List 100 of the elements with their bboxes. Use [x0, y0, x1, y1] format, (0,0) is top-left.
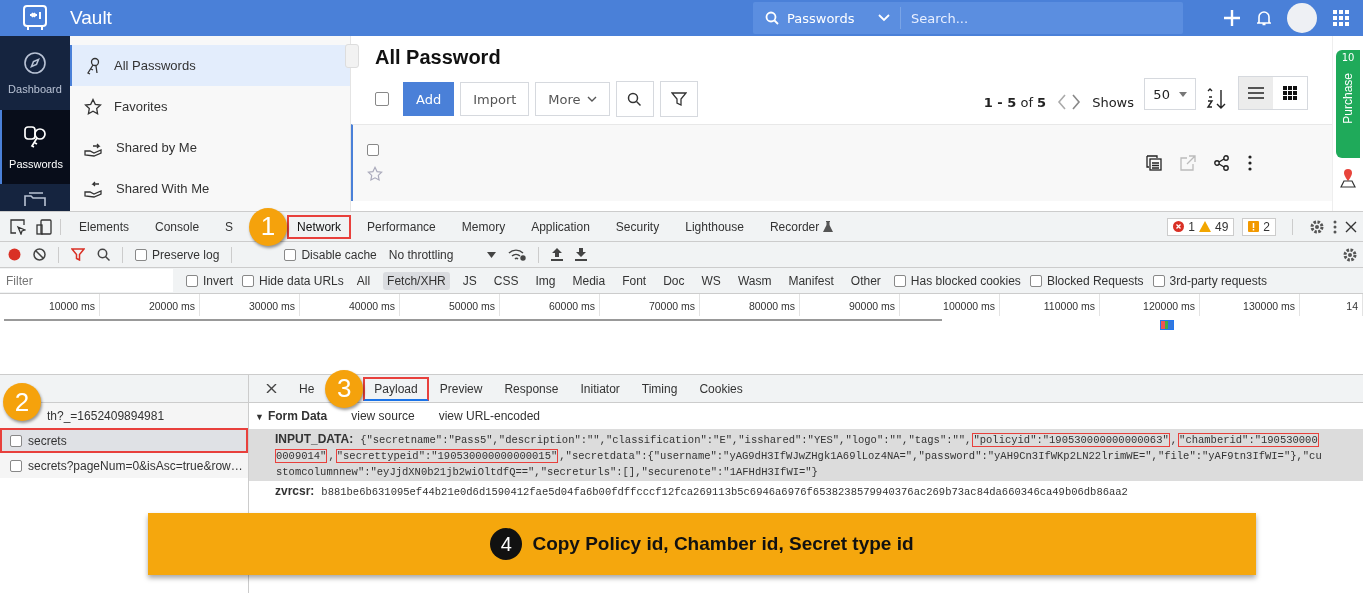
star-icon[interactable] [367, 166, 383, 182]
form-data-toggle[interactable]: ▼ Form Data [255, 409, 328, 423]
type-filter[interactable]: Doc [659, 271, 689, 290]
bell-icon[interactable] [1257, 10, 1271, 26]
view-toggle[interactable] [1239, 77, 1273, 109]
devtools-tab[interactable]: Lighthouse [675, 214, 754, 239]
add-button[interactable]: Add [403, 82, 455, 116]
devtools-tab[interactable]: Console [145, 214, 210, 239]
devtools-tab[interactable]: S [215, 214, 244, 239]
time-tick: 100000 ms [943, 300, 995, 312]
plus-icon[interactable] [1223, 9, 1241, 27]
detail-tab[interactable]: Payload [363, 376, 429, 401]
detail-tab[interactable]: Preview [428, 376, 494, 401]
detail-tab[interactable]: Response [493, 376, 570, 401]
type-filter[interactable]: WS [697, 271, 725, 290]
inspect-icon[interactable] [10, 218, 26, 235]
checkbox[interactable] [893, 274, 906, 287]
type-filter[interactable]: Media [568, 271, 610, 290]
request-row[interactable]: th?_=1652409894981 [41, 403, 248, 428]
disable-cache-checkbox[interactable]: Disable cache [284, 247, 377, 262]
checkbox[interactable] [242, 274, 254, 287]
type-filter[interactable]: Manifest [784, 271, 838, 290]
filter-field[interactable]: Filter [0, 269, 173, 292]
devtools-tab[interactable]: Application [521, 214, 600, 239]
type-filter[interactable]: Font [618, 271, 651, 290]
page-size-select[interactable]: 50 [1144, 78, 1196, 110]
import-button[interactable]: Import [460, 82, 530, 116]
request-bar [1161, 321, 1173, 329]
time-tick: 20000 ms [148, 300, 195, 312]
collapse-handle[interactable] [345, 44, 359, 68]
search-icon[interactable] [97, 248, 110, 261]
view-link[interactable]: view URL-encoded [438, 409, 540, 423]
issues-count[interactable]: 2 [1242, 217, 1276, 236]
copy-icon[interactable] [1146, 155, 1162, 171]
checkbox[interactable] [367, 144, 379, 156]
detail-tab[interactable]: He [288, 376, 326, 401]
checkbox[interactable] [1029, 274, 1042, 287]
filter-icon [670, 91, 687, 107]
checkbox[interactable] [135, 248, 147, 261]
checkbox[interactable] [375, 92, 389, 106]
search-button[interactable] [615, 81, 654, 117]
device-icon[interactable] [36, 218, 52, 235]
request-row[interactable]: secrets [0, 428, 248, 453]
clear-icon[interactable] [33, 248, 46, 261]
settings-icon[interactable] [1309, 218, 1325, 235]
type-filter[interactable]: Other [846, 271, 885, 290]
request-row[interactable]: secrets?pageNum=0&isAsc=true&row… [0, 453, 248, 478]
detail-tab[interactable]: Timing [630, 376, 689, 401]
sidebar-item[interactable]: All Passwords [70, 45, 350, 86]
settings-icon[interactable] [1342, 246, 1358, 263]
type-filter[interactable]: Img [531, 271, 560, 290]
type-filter[interactable]: All [352, 271, 375, 290]
type-filter[interactable]: CSS [489, 271, 523, 290]
devtools-tab[interactable]: Memory [451, 214, 516, 239]
upload-icon[interactable] [551, 248, 564, 261]
download-icon[interactable] [575, 248, 588, 261]
wifi-gear-icon[interactable] [508, 248, 527, 261]
search-field[interactable]: Search... [901, 9, 1163, 27]
type-filter[interactable]: Wasm [733, 271, 776, 290]
warning-icon [1198, 221, 1211, 232]
devtools-tab[interactable]: Recorder [759, 214, 844, 239]
next-icon[interactable] [1070, 94, 1083, 110]
devtools-tab[interactable]: Elements [69, 214, 140, 239]
share-icon[interactable] [1214, 155, 1230, 171]
filter-checkbox[interactable]: Blocked Requests [1029, 273, 1144, 288]
checkbox[interactable] [186, 274, 198, 287]
sort-icon[interactable] [1206, 88, 1228, 110]
more-icon[interactable] [1333, 219, 1337, 234]
nav-item[interactable]: Passwords [0, 110, 70, 184]
filter-button[interactable] [659, 81, 698, 117]
preserve-log-checkbox[interactable]: Preserve log [135, 247, 220, 262]
sidebar-item[interactable]: Shared With Me [70, 168, 350, 209]
filter-checkbox[interactable]: Has blocked cookies [893, 273, 1021, 288]
avatar[interactable] [1287, 3, 1317, 33]
detail-tab[interactable]: Cookies [688, 376, 754, 401]
view-link[interactable]: view source [351, 409, 415, 423]
filter-icon[interactable] [71, 248, 85, 261]
type-filter[interactable]: Fetch/XHR [383, 271, 450, 290]
console-counts[interactable]: 1 49 [1167, 217, 1235, 236]
record-icon[interactable] [8, 248, 21, 261]
more-icon[interactable] [1248, 155, 1252, 171]
type-filter[interactable]: JS [458, 271, 481, 290]
filter-checkbox[interactable]: Hide data URLs [242, 273, 344, 288]
close-icon[interactable] [1345, 220, 1357, 233]
filter-checkbox[interactable]: Invert [186, 273, 233, 288]
filter-checkbox[interactable]: 3rd-party requests [1152, 273, 1267, 288]
sidebar-item[interactable]: Favorites [70, 86, 350, 127]
map-pin-icon[interactable] [1338, 168, 1358, 188]
devtools-tab[interactable]: Security [605, 214, 670, 239]
sidebar-item[interactable]: Shared by Me [70, 127, 350, 168]
more-button[interactable]: More [535, 82, 610, 116]
nav-item[interactable]: Dashboard [0, 36, 70, 110]
devtools-tab[interactable]: Network [287, 214, 352, 239]
detail-tab[interactable]: Initiator [569, 376, 631, 401]
checkbox[interactable] [284, 248, 297, 261]
apps-grid-icon[interactable] [1333, 10, 1349, 26]
folder-icon[interactable] [23, 192, 47, 206]
devtools-tab[interactable]: Performance [357, 214, 446, 239]
throttling-select[interactable]: No throttling [388, 247, 497, 262]
checkbox[interactable] [1152, 274, 1165, 287]
